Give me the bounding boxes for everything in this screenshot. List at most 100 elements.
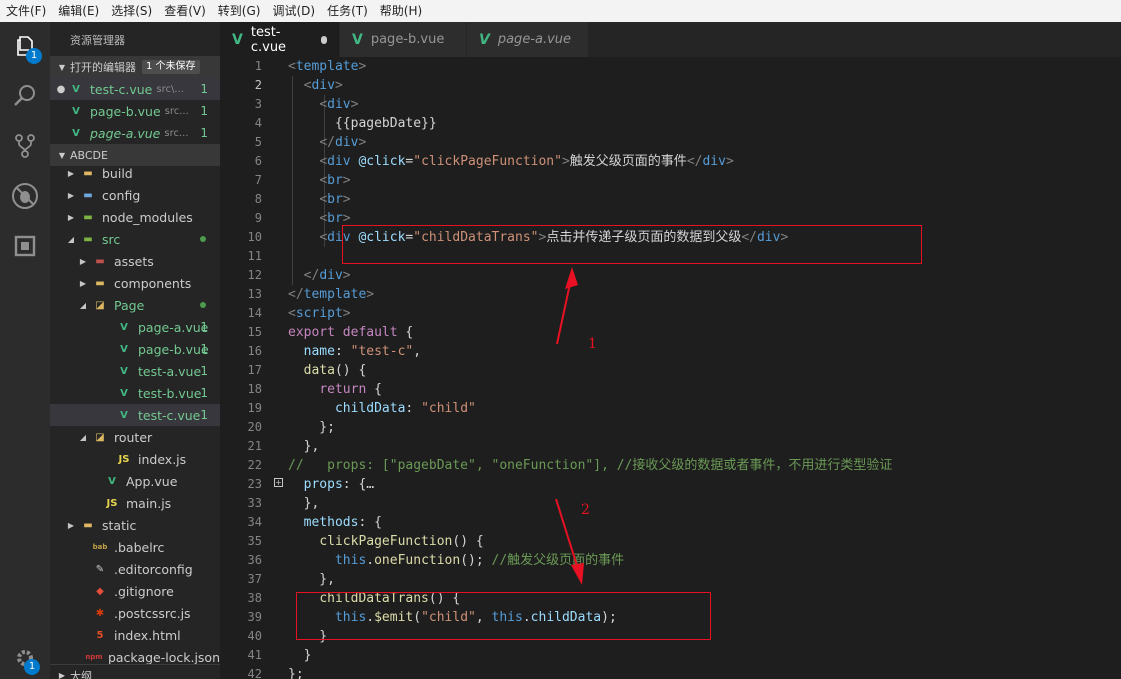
tree-item-label: page-b.vue bbox=[138, 341, 209, 357]
code-editor[interactable]: 1 2 3 4 5 6 7 8 9 10 11 12 13 14 15 16 17 18 19 20 21 22 23 33 3… bbox=[220, 57, 1121, 679]
chevron-down-icon: ◢ bbox=[79, 300, 87, 310]
tab-label: page-b.vue bbox=[370, 32, 445, 47]
extensions-activity-button[interactable] bbox=[0, 222, 50, 270]
tree-item-label: build bbox=[102, 165, 133, 181]
tree-item-router[interactable]: ◢ ◪ router bbox=[50, 426, 220, 448]
arrow-down-icon bbox=[555, 498, 584, 585]
git-file-icon: ◆ bbox=[96, 585, 104, 597]
open-editor-path: src\... bbox=[156, 83, 184, 95]
outline-label: 大纲 bbox=[70, 669, 92, 679]
menu-item[interactable]: 查看(V) bbox=[158, 0, 212, 22]
open-editor-item[interactable]: Vpage-b.vue src... 1 bbox=[50, 100, 220, 122]
tree-item-index-html[interactable]: 5 index.html bbox=[50, 624, 220, 646]
tree-item-label: index.js bbox=[138, 451, 187, 467]
outline-header[interactable]: ▶ 大纲 bbox=[50, 664, 220, 679]
folder-icon: ▬ bbox=[95, 255, 105, 267]
open-editors-header[interactable]: ▼ 打开的编辑器 1 个未保存 bbox=[50, 56, 220, 78]
javascript-file-icon: JS bbox=[118, 453, 130, 465]
vue-icon: V bbox=[479, 31, 490, 48]
tree-item-page-b[interactable]: Vpage-b.vue 1 bbox=[50, 338, 220, 360]
tree-item-babelrc[interactable]: bab .babelrc bbox=[50, 536, 220, 558]
chevron-right-icon: ▶ bbox=[67, 168, 75, 178]
unsaved-dot-icon[interactable]: ● bbox=[54, 84, 68, 95]
tree-item-postcssrc[interactable]: ✱ .postcssrc.js bbox=[50, 602, 220, 624]
tree-item-assets[interactable]: ▶ ▬ assets bbox=[50, 250, 220, 272]
open-editor-label: page-b.vue bbox=[90, 103, 161, 119]
settings-badge: 1 bbox=[24, 659, 40, 675]
problem-count: 1 bbox=[200, 364, 208, 378]
open-editor-item[interactable]: ● Vtest-c.vue src\... 1 bbox=[50, 78, 220, 100]
search-icon bbox=[14, 85, 35, 106]
tree-item-config[interactable]: ▶ ▬ config bbox=[50, 184, 220, 206]
menu-item[interactable]: 帮助(H) bbox=[374, 0, 428, 22]
tab-page-b[interactable]: V page-b.vue bbox=[340, 22, 467, 57]
open-editor-item[interactable]: Vpage-a.vue src... 1 bbox=[50, 122, 220, 144]
problem-count: 1 bbox=[200, 386, 208, 400]
unsaved-dot-icon[interactable] bbox=[320, 35, 327, 44]
editorconfig-file-icon: ✎ bbox=[95, 563, 105, 575]
html-file-icon: 5 bbox=[96, 629, 104, 641]
tree-item-gitignore[interactable]: ◆ .gitignore bbox=[50, 580, 220, 602]
folder-icon: ▬ bbox=[83, 211, 93, 223]
modified-dot-icon bbox=[200, 236, 206, 242]
open-editor-path: src... bbox=[164, 105, 189, 117]
folder-icon: ▬ bbox=[83, 519, 93, 531]
folder-icon: ▬ bbox=[83, 189, 93, 201]
vue-file-icon: V bbox=[120, 321, 128, 333]
tree-item-label: test-c.vue bbox=[138, 407, 201, 423]
problem-count: 1 bbox=[200, 126, 208, 140]
tree-item-label: .postcssrc.js bbox=[114, 605, 191, 621]
tab-test-c[interactable]: V test-c.vue bbox=[220, 22, 340, 57]
vue-file-icon: V bbox=[120, 365, 128, 377]
tree-item-label: node_modules bbox=[102, 209, 193, 225]
tree-item-build[interactable]: ▶ ▬ build bbox=[50, 162, 220, 184]
menu-item[interactable]: 选择(S) bbox=[105, 0, 158, 22]
tab-label: test-c.vue bbox=[250, 24, 287, 55]
tree-item-static[interactable]: ▶ ▬ static bbox=[50, 514, 220, 536]
chevron-right-icon: ▶ bbox=[67, 190, 75, 200]
tree-item-editorconfig[interactable]: ✎ .editorconfig bbox=[50, 558, 220, 580]
source-control-activity-button[interactable] bbox=[0, 122, 50, 170]
menu-item[interactable]: 编辑(E) bbox=[52, 0, 105, 22]
tree-item-app-vue[interactable]: V App.vue bbox=[50, 470, 220, 492]
menu-item[interactable]: 文件(F) bbox=[0, 0, 52, 22]
menu-item[interactable]: 任务(T) bbox=[321, 0, 374, 22]
menu-item[interactable]: 调试(D) bbox=[266, 0, 321, 22]
tree-item-page-a[interactable]: Vpage-a.vue 1 bbox=[50, 316, 220, 338]
project-label: ABCDE bbox=[70, 148, 108, 162]
tree-item-label: components bbox=[114, 275, 192, 291]
tree-item-node-modules[interactable]: ▶ ▬ node_modules bbox=[50, 206, 220, 228]
tree-item-src[interactable]: ◢ ▬ src bbox=[50, 228, 220, 250]
tree-item-label: static bbox=[102, 517, 137, 533]
tree-item-test-c[interactable]: Vtest-c.vue 1 bbox=[50, 404, 220, 426]
tree-item-label: App.vue bbox=[126, 473, 178, 489]
debug-activity-button[interactable] bbox=[0, 172, 50, 220]
babel-file-icon: bab bbox=[92, 543, 108, 551]
problem-count: 1 bbox=[200, 82, 208, 96]
tree-item-test-b[interactable]: Vtest-b.vue 1 bbox=[50, 382, 220, 404]
menu-item[interactable]: 转到(G) bbox=[212, 0, 267, 22]
search-activity-button[interactable] bbox=[0, 72, 50, 120]
tree-item-components[interactable]: ▶ ▬ components bbox=[50, 272, 220, 294]
tree-item-label: test-a.vue bbox=[138, 363, 202, 379]
explorer-activity-button[interactable]: 1 bbox=[0, 22, 50, 70]
chevron-right-icon: ▶ bbox=[67, 212, 75, 222]
editor-tabs: V test-c.vue V page-b.vue V page-a.vue bbox=[220, 22, 1121, 57]
tree-item-test-a[interactable]: Vtest-a.vue 1 bbox=[50, 360, 220, 382]
problem-count: 1 bbox=[200, 104, 208, 118]
vue-file-icon: V bbox=[108, 475, 116, 487]
chevron-down-icon: ◢ bbox=[79, 432, 87, 442]
tree-item-label: index.html bbox=[114, 627, 181, 643]
tree-item-label: test-b.vue bbox=[138, 385, 202, 401]
tree-item-index-js[interactable]: JS index.js bbox=[50, 448, 220, 470]
settings-activity-button[interactable]: 1 bbox=[0, 637, 50, 679]
npm-file-icon: npm bbox=[85, 653, 103, 661]
tree-item-main-js[interactable]: JS main.js bbox=[50, 492, 220, 514]
tab-page-a[interactable]: V page-a.vue bbox=[467, 22, 589, 57]
tree-item-page[interactable]: ◢ ◪ Page bbox=[50, 294, 220, 316]
javascript-file-icon: JS bbox=[106, 497, 118, 509]
vue-file-icon: V bbox=[72, 127, 80, 139]
chevron-right-icon: ▶ bbox=[79, 278, 87, 288]
extensions-icon bbox=[14, 235, 36, 257]
vue-file-icon: V bbox=[120, 343, 128, 355]
